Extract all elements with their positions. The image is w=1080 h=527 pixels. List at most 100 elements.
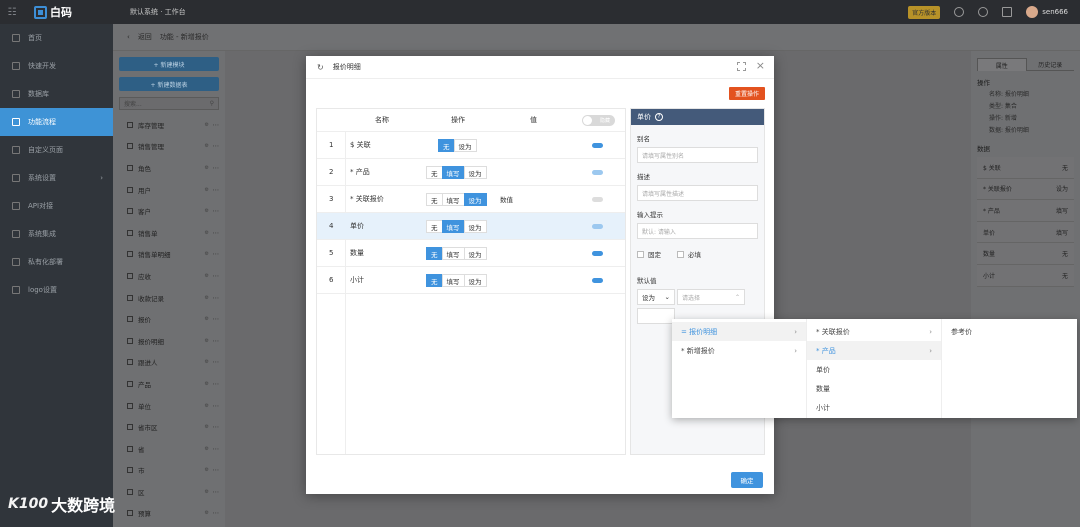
operation-option[interactable]: 设为 (453, 139, 477, 152)
more-icon[interactable]: ⋯ (213, 337, 220, 345)
sidebar-item-logo-settings[interactable]: logo设置 (0, 276, 113, 304)
settings-icon[interactable]: ⚙ (205, 230, 209, 236)
settings-icon[interactable]: ⚙ (205, 273, 209, 279)
more-icon[interactable]: ⋯ (213, 445, 220, 453)
list-item[interactable]: 用户 ⚙ ⋯ (113, 179, 225, 201)
cascader-option[interactable]: * 新增报价 › (672, 341, 806, 360)
fixed-checkbox[interactable]: 固定 (637, 249, 661, 259)
list-item[interactable]: 市 ⚙ ⋯ (113, 460, 225, 482)
list-item[interactable]: 库存管理 ⚙ ⋯ (113, 114, 225, 136)
settings-icon[interactable]: ⚙ (205, 338, 209, 344)
more-icon[interactable]: ⋯ (213, 294, 220, 302)
settings-icon[interactable]: ⚙ (205, 510, 209, 516)
settings-icon[interactable]: ⚙ (205, 359, 209, 365)
back-chevron-icon[interactable]: ‹ (127, 33, 130, 41)
operation-option[interactable]: 设为 (463, 220, 487, 233)
close-icon[interactable]: × (756, 59, 765, 72)
settings-icon[interactable]: ⚙ (205, 295, 209, 301)
list-item[interactable]: 产品 ⚙ ⋯ (113, 373, 225, 395)
hint-input[interactable]: 默认: 请输入 (637, 223, 758, 239)
more-icon[interactable]: ⋯ (213, 207, 220, 215)
settings-icon[interactable]: ⚙ (205, 143, 209, 149)
row-switch[interactable] (592, 143, 603, 148)
refresh-icon[interactable]: ↻ (317, 63, 324, 72)
list-item[interactable]: 收款记录 ⚙ ⋯ (113, 287, 225, 309)
settings-icon[interactable]: ⚙ (205, 251, 209, 257)
confirm-button[interactable]: 确定 (731, 472, 763, 488)
settings-icon[interactable]: ⚙ (205, 165, 209, 171)
operation-option[interactable]: 设为 (463, 166, 487, 179)
table-row[interactable]: 2 * 产品 无填写 设为 (317, 159, 625, 186)
sidebar-item-integration[interactable]: 系统集成 (0, 220, 113, 248)
list-item[interactable]: 预算 ⚙ ⋯ (113, 503, 225, 525)
data-row[interactable]: * 产品 填写 (977, 200, 1074, 222)
tab-properties[interactable]: 属性 (977, 58, 1027, 71)
settings-icon[interactable]: ⚙ (205, 424, 209, 430)
operation-option[interactable]: 无 (426, 247, 443, 260)
data-row[interactable]: 小计 无 (977, 264, 1074, 287)
list-item[interactable]: 客户 ⚙ ⋯ (113, 200, 225, 222)
list-item[interactable]: 单位 ⚙ ⋯ (113, 395, 225, 417)
operation-option[interactable]: 无 (426, 274, 443, 287)
sidebar-item-function-flow[interactable]: 功能流程 (0, 108, 113, 136)
more-icon[interactable]: ⋯ (213, 466, 220, 474)
more-icon[interactable]: ⋯ (213, 509, 220, 517)
tab-history[interactable]: 历史记录 (1026, 58, 1074, 71)
row-switch[interactable] (592, 224, 603, 229)
cascader-option[interactable]: 小计 (807, 398, 941, 417)
more-icon[interactable]: ⋯ (213, 488, 220, 496)
row-switch[interactable] (592, 278, 603, 283)
more-icon[interactable]: ⋯ (213, 423, 220, 431)
data-row[interactable]: 数量 无 (977, 243, 1074, 265)
more-icon[interactable]: ⋯ (213, 229, 220, 237)
data-row[interactable]: $ 关联 无 (977, 157, 1074, 179)
row-switch[interactable] (592, 197, 603, 202)
list-item[interactable]: 销售单明细 ⚙ ⋯ (113, 244, 225, 266)
sidebar-item-api[interactable]: API对接 (0, 192, 113, 220)
more-icon[interactable]: ⋯ (213, 250, 220, 258)
cascader-option[interactable]: 单价 (807, 360, 941, 379)
settings-icon[interactable]: ⚙ (205, 403, 209, 409)
more-icon[interactable]: ⋯ (213, 272, 220, 280)
sidebar-item-quick-dev[interactable]: 快速开发 (0, 52, 113, 80)
list-item[interactable]: 销售管理 ⚙ ⋯ (113, 136, 225, 158)
cloud-icon[interactable] (978, 7, 989, 17)
list-item[interactable]: 报价 ⚙ ⋯ (113, 308, 225, 330)
sidebar-item-system-settings[interactable]: 系统设置 › (0, 164, 113, 192)
list-item[interactable]: 区 ⚙ ⋯ (113, 481, 225, 503)
cascader-option[interactable]: = 报价明细 › (672, 322, 806, 341)
user-menu[interactable]: sen666 (1026, 6, 1068, 18)
more-icon[interactable]: ⋯ (213, 142, 220, 150)
new-table-button[interactable]: + 新建数据表 (119, 77, 219, 91)
more-icon[interactable]: ⋯ (213, 402, 220, 410)
list-item[interactable]: 报价明细 ⚙ ⋯ (113, 330, 225, 352)
settings-icon[interactable]: ⚙ (205, 316, 209, 322)
more-icon[interactable]: ⋯ (213, 164, 220, 172)
list-item[interactable]: 角色 ⚙ ⋯ (113, 157, 225, 179)
help-icon[interactable]: ? (655, 113, 663, 121)
more-icon[interactable]: ⋯ (213, 186, 220, 194)
system-title[interactable]: 默认系统 · 工作台 (130, 7, 186, 17)
table-row[interactable]: 6 小计 无填写 设为 (317, 267, 625, 294)
data-row[interactable]: 单价 填写 (977, 221, 1074, 244)
play-icon[interactable] (954, 7, 965, 17)
settings-icon[interactable]: ⚙ (205, 446, 209, 452)
cascader-option[interactable]: 参考价 (942, 322, 1077, 341)
help-icon[interactable] (1002, 7, 1013, 17)
operation-option[interactable]: 设为 (463, 247, 487, 260)
more-icon[interactable]: ⋯ (213, 358, 220, 366)
app-logo[interactable]: 白码 (34, 4, 120, 20)
operation-option[interactable]: 设为 (463, 274, 487, 287)
table-row[interactable]: 5 数量 无填写 设为 (317, 240, 625, 267)
more-icon[interactable]: ⋯ (213, 315, 220, 323)
operation-option[interactable]: 填写 (441, 166, 465, 179)
sidebar-item-home[interactable]: 首页 (0, 24, 113, 52)
sidebar-item-custom-page[interactable]: 自定义页面 (0, 136, 113, 164)
settings-icon[interactable]: ⚙ (205, 208, 209, 214)
list-item[interactable]: 销售单 ⚙ ⋯ (113, 222, 225, 244)
sidebar-item-private-deploy[interactable]: 私有化部署 (0, 248, 113, 276)
table-row[interactable]: 4 单价 无填写 设为 (317, 213, 625, 240)
cascader-option[interactable]: * 产品 › (807, 341, 941, 360)
default-extra-input[interactable] (637, 308, 675, 324)
new-module-button[interactable]: + 新建模块 (119, 57, 219, 71)
